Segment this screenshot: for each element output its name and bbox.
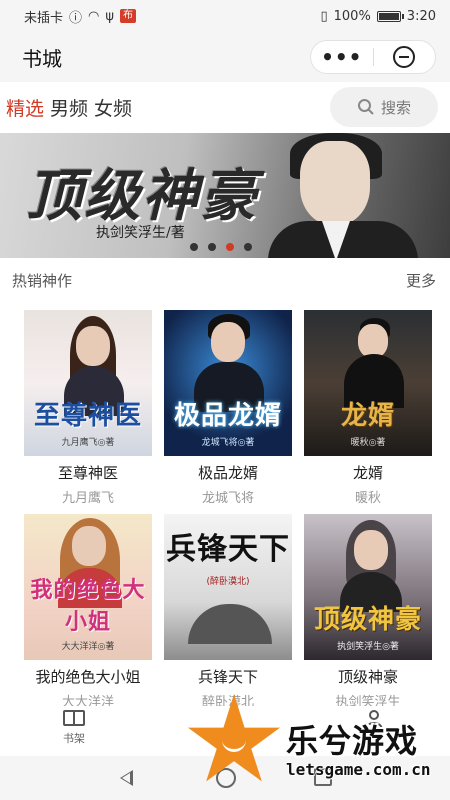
cover-figure-head xyxy=(358,324,388,358)
clock: 3:20 xyxy=(406,8,436,24)
book-title: 兵锋天下 xyxy=(197,668,258,686)
more-menu-button[interactable]: ••• xyxy=(311,40,373,74)
cover-author: 龙城飞将◎著 xyxy=(201,438,255,448)
book-title: 至尊神医 xyxy=(57,464,118,482)
cover-rider-silhouette xyxy=(188,604,272,644)
usb-icon: ψ xyxy=(105,8,114,24)
back-icon[interactable] xyxy=(120,770,133,786)
tab-featured[interactable]: 精选 xyxy=(6,94,44,121)
close-button[interactable] xyxy=(374,46,436,68)
book-title: 顶级神豪 xyxy=(337,668,398,686)
book-card[interactable]: 我的绝色大小姐 大大洋洋◎著 我的绝色大小姐 大大洋洋 xyxy=(24,514,152,710)
app-bar: 书城 ••• xyxy=(0,32,450,82)
cover-title: 顶级神豪 xyxy=(313,605,422,635)
tab-female[interactable]: 女频 xyxy=(94,94,132,121)
promo-banner[interactable]: 顶级神豪 执剑笑浮生/著 xyxy=(0,133,450,258)
section-header: 热销神作 更多 xyxy=(0,266,450,294)
banner-author: 执剑笑浮生/著 xyxy=(96,225,185,241)
cover-title: 龙婿 xyxy=(340,401,395,431)
book-card[interactable]: 龙婿 暖秋◎著 龙婿 暖秋 xyxy=(304,310,432,506)
book-cover: 顶级神豪 执剑笑浮生◎著 xyxy=(304,514,432,660)
cover-figure-head xyxy=(72,526,106,566)
book-author: 九月鹰飞 xyxy=(61,491,114,506)
banner-dot[interactable] xyxy=(190,243,198,251)
book-card[interactable]: 顶级神豪 执剑笑浮生◎著 顶级神豪 执剑笑浮生 xyxy=(304,514,432,710)
sim-alert-icon: ⓘ xyxy=(69,10,83,26)
banner-dot[interactable] xyxy=(226,243,234,251)
book-title: 我的绝色大小姐 xyxy=(35,668,141,686)
section-title: 热销神作 xyxy=(12,271,73,290)
cover-author: 暖秋◎著 xyxy=(350,438,386,448)
tab-male[interactable]: 男频 xyxy=(50,94,88,121)
book-card[interactable]: 至尊神医 九月鹰飞◎著 至尊神医 九月鹰飞 xyxy=(24,310,152,506)
cover-title: 兵锋天下 xyxy=(166,532,290,567)
page-title: 书城 xyxy=(22,46,62,71)
search-button[interactable]: 搜索 xyxy=(330,87,438,127)
vibrate-icon: ▯ xyxy=(320,8,328,24)
book-cover: 至尊神医 九月鹰飞◎著 xyxy=(24,310,152,456)
book-cover: 极品龙婿 龙城飞将◎著 xyxy=(164,310,292,456)
category-tabs: 精选 男频 女频 搜索 xyxy=(0,82,450,132)
banner-pagination xyxy=(190,243,252,251)
cover-figure-head xyxy=(354,530,388,570)
book-title: 龙婿 xyxy=(352,464,383,482)
book-author: 龙城飞将 xyxy=(201,491,254,506)
cover-title: 我的绝色大小姐 xyxy=(30,577,146,635)
app-notification-icon: 布 xyxy=(119,9,136,23)
tab-bookshelf[interactable]: 书架 xyxy=(44,710,104,746)
tab-bookshelf-label: 书架 xyxy=(63,732,85,745)
banner-title: 顶级神豪 xyxy=(26,163,258,229)
cover-author: 大大洋洋◎著 xyxy=(61,642,115,652)
watermark-url: letsgame.com.cn xyxy=(286,760,431,779)
battery-percent: 100% xyxy=(333,8,371,24)
book-title: 极品龙婿 xyxy=(197,464,258,482)
book-card[interactable]: 极品龙婿 龙城飞将◎著 极品龙婿 龙城飞将 xyxy=(164,310,292,506)
book-author: 暖秋 xyxy=(354,491,381,506)
close-circle-icon xyxy=(393,46,416,68)
cover-figure-head xyxy=(211,322,245,362)
book-cover: 兵锋天下 (醉卧漠北) xyxy=(164,514,292,660)
book-cover: 龙婿 暖秋◎著 xyxy=(304,310,432,456)
section-more-link[interactable]: 更多 xyxy=(406,270,436,291)
mini-program-capsule: ••• xyxy=(310,40,436,74)
cover-author: 执剑笑浮生◎著 xyxy=(337,642,399,652)
book-icon xyxy=(63,710,85,726)
cover-author: 九月鹰飞◎著 xyxy=(61,438,115,448)
book-cover: 我的绝色大小姐 大大洋洋◎著 xyxy=(24,514,152,660)
cover-figure-head xyxy=(76,326,110,366)
cover-title: 至尊神医 xyxy=(33,401,142,431)
book-card[interactable]: 兵锋天下 (醉卧漠北) 兵锋天下 醉卧漠北 xyxy=(164,514,292,710)
search-label: 搜索 xyxy=(380,98,411,117)
banner-dot[interactable] xyxy=(208,243,216,251)
carrier-text: 未插卡 xyxy=(24,10,64,26)
search-icon xyxy=(357,99,374,115)
cover-title: 极品龙婿 xyxy=(173,401,282,431)
watermark-title: 乐兮游戏 xyxy=(286,722,419,760)
battery-icon xyxy=(376,10,404,22)
wifi-icon: ◠ xyxy=(88,8,100,24)
banner-dot[interactable] xyxy=(244,243,252,251)
banner-hero-face xyxy=(300,141,370,225)
battery-fill xyxy=(378,12,399,20)
cover-author: (醉卧漠北) xyxy=(206,577,250,587)
status-bar: 未插卡 ⓘ ◠ ψ 布 ▯ 100% 3:20 xyxy=(0,0,450,32)
